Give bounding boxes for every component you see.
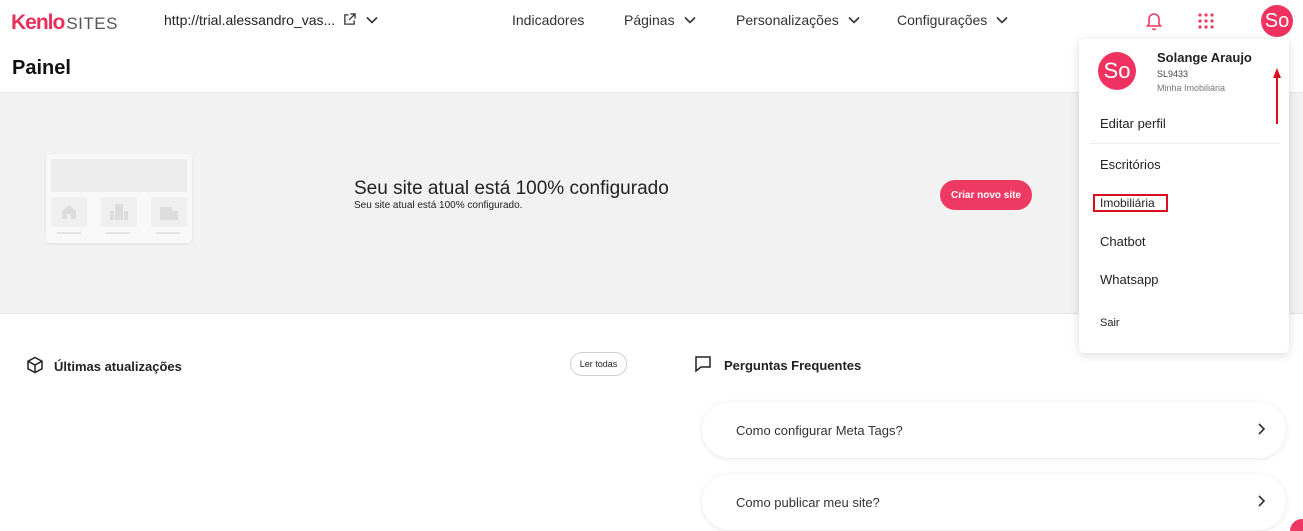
user-avatar-button[interactable]: So: [1261, 5, 1293, 37]
chevron-down-icon: [847, 13, 861, 27]
bell-icon[interactable]: [1145, 11, 1163, 31]
menu-item-editar-perfil[interactable]: Editar perfil: [1100, 116, 1166, 131]
user-agency: Minha Imobiliária: [1157, 83, 1226, 93]
nav-configuracoes[interactable]: Configurações: [897, 12, 1009, 28]
updates-title: Últimas atualizações: [54, 359, 182, 374]
apps-grid-icon[interactable]: [1198, 13, 1214, 29]
chevron-down-icon: [995, 13, 1009, 27]
avatar: So: [1098, 52, 1136, 90]
create-new-site-button[interactable]: Criar novo site: [940, 180, 1032, 210]
logo-brand: Kenlo: [11, 11, 65, 34]
red-arrow-annotation: [1273, 68, 1281, 124]
nav-indicadores[interactable]: Indicadores: [512, 12, 584, 28]
chevron-down-icon: [683, 13, 697, 27]
site-url-text: http://trial.alessandro_vas...: [164, 12, 336, 28]
faq-question: Como publicar meu site?: [736, 494, 880, 510]
kenlo-sites-logo[interactable]: Kenlo SITES: [11, 11, 118, 34]
nav-configuracoes-label: Configurações: [897, 12, 988, 28]
menu-item-chatbot[interactable]: Chatbot: [1100, 234, 1146, 249]
menu-item-whatsapp[interactable]: Whatsapp: [1100, 272, 1159, 287]
help-chat-button[interactable]: [1290, 519, 1303, 531]
nav-paginas[interactable]: Páginas: [624, 12, 697, 28]
read-all-button[interactable]: Ler todas: [570, 352, 627, 376]
user-name: Solange Araujo: [1157, 50, 1252, 65]
chevron-right-icon: [1256, 422, 1266, 439]
menu-divider: [1090, 143, 1280, 144]
site-preview-illustration: [46, 154, 192, 243]
chat-bubble-icon: [694, 355, 712, 376]
chevron-right-icon: [1256, 494, 1266, 511]
faq-title: Perguntas Frequentes: [724, 358, 862, 373]
menu-item-escritorios[interactable]: Escritórios: [1100, 157, 1161, 172]
nav-personalizacoes-label: Personalizações: [736, 12, 839, 28]
nav-personalizacoes[interactable]: Personalizações: [736, 12, 861, 28]
page-title: Painel: [12, 57, 71, 79]
user-code: SL9433: [1157, 69, 1189, 79]
highlight-box: [1093, 194, 1168, 212]
status-subtitle: Seu site atual está 100% configurado.: [354, 200, 523, 211]
chevron-down-icon[interactable]: [365, 13, 379, 27]
logo-product: SITES: [66, 14, 118, 33]
faq-question: Como configurar Meta Tags?: [736, 422, 903, 438]
menu-item-sair[interactable]: Sair: [1100, 317, 1120, 329]
status-title: Seu site atual está 100% configurado: [354, 178, 669, 199]
faq-header: Perguntas Frequentes: [694, 355, 861, 376]
faq-item[interactable]: Como configurar Meta Tags?: [702, 402, 1286, 458]
nav-indicadores-label: Indicadores: [512, 12, 585, 28]
nav-paginas-label: Páginas: [624, 12, 675, 28]
updates-header: Últimas atualizações: [26, 356, 182, 377]
cube-icon: [26, 356, 44, 377]
faq-item[interactable]: Como publicar meu site?: [702, 474, 1286, 530]
external-link-icon[interactable]: [343, 13, 357, 27]
site-url-selector[interactable]: http://trial.alessandro_vas...: [164, 12, 379, 28]
top-navbar: Kenlo SITES http://trial.alessandro_vas.…: [0, 0, 1303, 44]
